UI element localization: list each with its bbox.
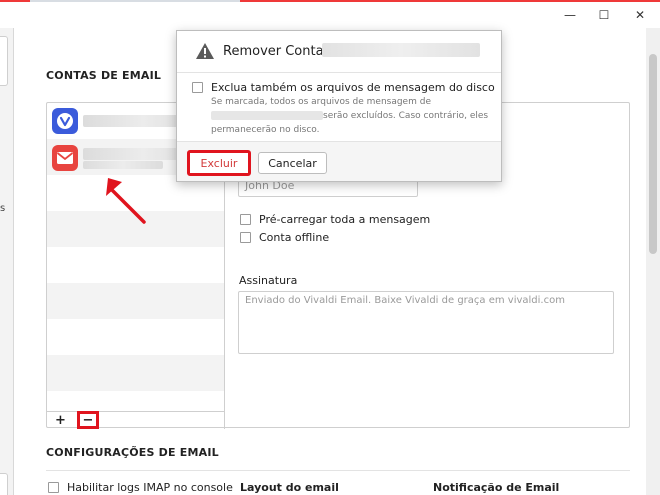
dialog-button-area: Excluir Cancelar (177, 141, 501, 181)
add-account-button[interactable]: + (55, 413, 66, 428)
account-email-redacted (83, 161, 163, 169)
section-title-email-accounts: CONTAS DE EMAIL (46, 69, 162, 82)
preload-label: Pré-carregar toda a mensagem (259, 213, 431, 226)
title-bar: — ☐ ✕ (0, 2, 660, 28)
email-notification-label: Notificação de Email (433, 481, 560, 494)
cancel-button[interactable]: Cancelar (258, 152, 327, 174)
mail-icon (52, 145, 78, 171)
warning-icon (196, 43, 214, 59)
dialog-desc-line2: serão excluídos. Caso contrário, eles (323, 111, 489, 121)
list-item (47, 247, 224, 283)
offline-label: Conta offline (259, 231, 330, 244)
signature-textarea[interactable]: Enviado do Vivaldi Email. Baixe Vivaldi … (238, 291, 614, 354)
list-item (47, 355, 224, 391)
vertical-scrollbar[interactable] (646, 28, 660, 495)
imap-logs-label: Habilitar logs IMAP no console (67, 481, 233, 494)
left-edge-panel: s (0, 28, 14, 495)
signature-label: Assinatura (239, 274, 298, 287)
left-edge-box-bottom (0, 473, 8, 495)
maximize-button[interactable]: ☐ (591, 5, 617, 25)
delete-files-checkbox[interactable] (192, 82, 203, 93)
red-arrow-annotation (106, 178, 146, 224)
minimize-button[interactable]: — (557, 5, 583, 25)
section-title-email-settings: CONFIGURAÇÕES DE EMAIL (46, 446, 219, 459)
email-layout-label: Layout do email (240, 481, 339, 494)
dialog-desc-line1: Se marcada, todos os arquivos de mensage… (211, 97, 431, 107)
dialog-title-account-redacted (322, 43, 480, 57)
dialog-desc-line3: permanecerão no disco. (211, 125, 320, 135)
close-button[interactable]: ✕ (627, 5, 653, 25)
left-edge-text: s (0, 203, 6, 214)
account-list-toolbar: + − (47, 411, 225, 429)
delete-files-label: Exclua também os arquivos de mensagem do… (211, 81, 495, 94)
remove-account-button[interactable]: − (77, 411, 99, 429)
preload-checkbox[interactable] (240, 214, 251, 225)
left-edge-box (0, 36, 8, 86)
list-item (47, 283, 224, 319)
dialog-description: Se marcada, todos os arquivos de mensage… (211, 95, 501, 137)
dialog-title: Remover Conta (223, 44, 324, 59)
signature-placeholder: Enviado do Vivaldi Email. Baixe Vivaldi … (245, 295, 565, 306)
offline-checkbox[interactable] (240, 232, 251, 243)
delete-button[interactable]: Excluir (187, 150, 251, 176)
vivaldi-icon (52, 108, 78, 134)
dialog-divider (177, 72, 501, 73)
imap-logs-checkbox[interactable] (48, 482, 59, 493)
scrollbar-thumb[interactable] (649, 54, 657, 254)
list-item (47, 319, 224, 355)
divider (46, 470, 630, 471)
account-email-redacted (211, 111, 323, 120)
remove-account-dialog: Remover Conta Exclua também os arquivos … (176, 30, 502, 182)
